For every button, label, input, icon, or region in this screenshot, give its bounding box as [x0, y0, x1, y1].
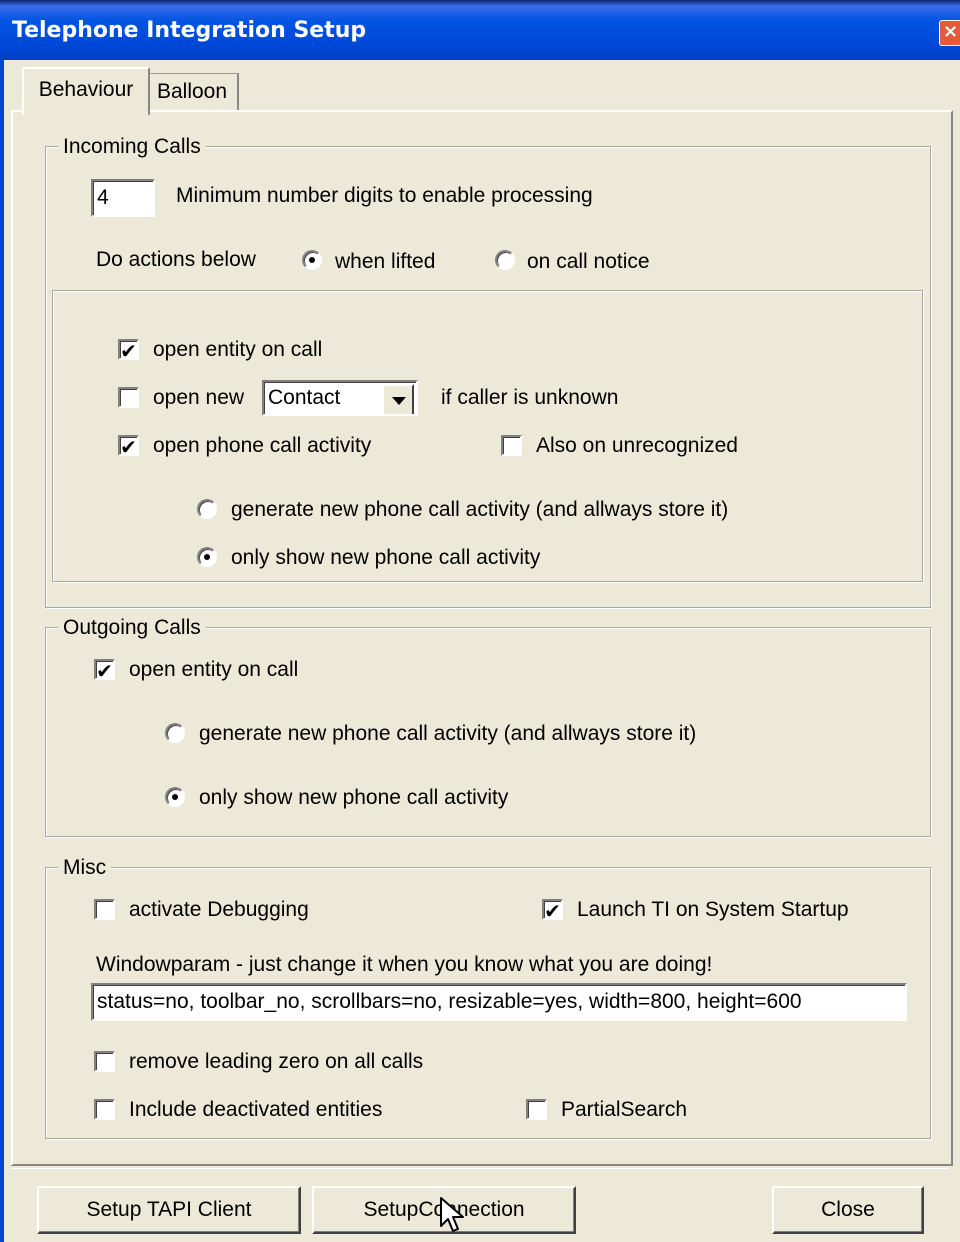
when-lifted-radio[interactable]	[302, 250, 322, 270]
windowparam-label: Windowparam - just change it when you kn…	[96, 953, 713, 976]
when-lifted-label[interactable]: when lifted	[335, 250, 435, 274]
include-deactivated-checkbox[interactable]	[94, 1099, 115, 1120]
windowparam-input[interactable]: status=no, toolbar_no, scrollbars=no, re…	[91, 983, 907, 1021]
launch-startup-checkbox[interactable]: ✔	[542, 899, 563, 921]
misc-title: Misc	[58, 856, 112, 880]
also-unrecognized-checkbox[interactable]	[501, 435, 522, 456]
outgoing-only-show-radio[interactable]	[165, 787, 185, 807]
launch-startup-label[interactable]: Launch TI on System Startup	[577, 898, 849, 922]
outgoing-only-show-label[interactable]: only show new phone call activity	[199, 786, 508, 810]
entity-type-value: Contact	[268, 386, 341, 409]
incoming-only-show-radio[interactable]	[197, 547, 217, 567]
partial-search-checkbox[interactable]	[526, 1099, 547, 1120]
min-digits-input[interactable]: 4	[91, 179, 155, 217]
window-title: Telephone Integration Setup	[12, 18, 367, 43]
on-call-notice-label[interactable]: on call notice	[527, 250, 650, 274]
tab-behaviour[interactable]: Behaviour	[22, 67, 150, 115]
open-entity-outgoing-checkbox[interactable]: ✔	[94, 659, 115, 681]
window-frame-edge	[0, 60, 4, 1242]
incoming-generate-label[interactable]: generate new phone call activity (and al…	[231, 498, 728, 522]
close-button[interactable]: Close	[772, 1186, 924, 1234]
open-entity-incoming-label[interactable]: open entity on call	[153, 338, 322, 362]
open-entity-incoming-checkbox[interactable]: ✔	[118, 339, 139, 361]
open-activity-checkbox[interactable]: ✔	[118, 435, 139, 457]
min-digits-label: Minimum number digits to enable processi…	[176, 184, 593, 207]
outgoing-generate-label[interactable]: generate new phone call activity (and al…	[199, 722, 696, 746]
remove-zero-label[interactable]: remove leading zero on all calls	[129, 1050, 423, 1074]
also-unrecognized-label[interactable]: Also on unrecognized	[536, 434, 738, 458]
if-unknown-label: if caller is unknown	[441, 386, 619, 409]
open-entity-outgoing-label[interactable]: open entity on call	[129, 658, 298, 682]
tab-balloon[interactable]: Balloon	[146, 73, 239, 112]
debug-checkbox[interactable]	[94, 899, 115, 920]
partial-search-label[interactable]: PartialSearch	[561, 1098, 687, 1122]
include-deactivated-label[interactable]: Include deactivated entities	[129, 1098, 382, 1122]
outgoing-generate-radio[interactable]	[165, 723, 185, 743]
do-actions-label: Do actions below	[96, 248, 256, 271]
dropdown-button[interactable]	[382, 384, 414, 414]
setup-tapi-button[interactable]: Setup TAPI Client	[37, 1186, 301, 1234]
mouse-cursor-icon	[440, 1197, 464, 1232]
incoming-only-show-label[interactable]: only show new phone call activity	[231, 546, 540, 570]
on-call-notice-radio[interactable]	[495, 250, 515, 270]
open-activity-label[interactable]: open phone call activity	[153, 434, 371, 458]
chevron-down-icon	[392, 397, 406, 405]
open-new-label[interactable]: open new	[153, 386, 244, 410]
debug-label[interactable]: activate Debugging	[129, 898, 309, 922]
open-new-checkbox[interactable]	[118, 387, 139, 408]
outgoing-calls-title: Outgoing Calls	[58, 616, 206, 640]
entity-type-select[interactable]: Contact	[262, 380, 418, 416]
remove-zero-checkbox[interactable]	[94, 1051, 115, 1072]
incoming-generate-radio[interactable]	[197, 499, 217, 519]
footer-separator	[11, 1165, 949, 1169]
incoming-calls-title: Incoming Calls	[58, 135, 206, 159]
window-close-button[interactable]: ×	[939, 20, 960, 46]
